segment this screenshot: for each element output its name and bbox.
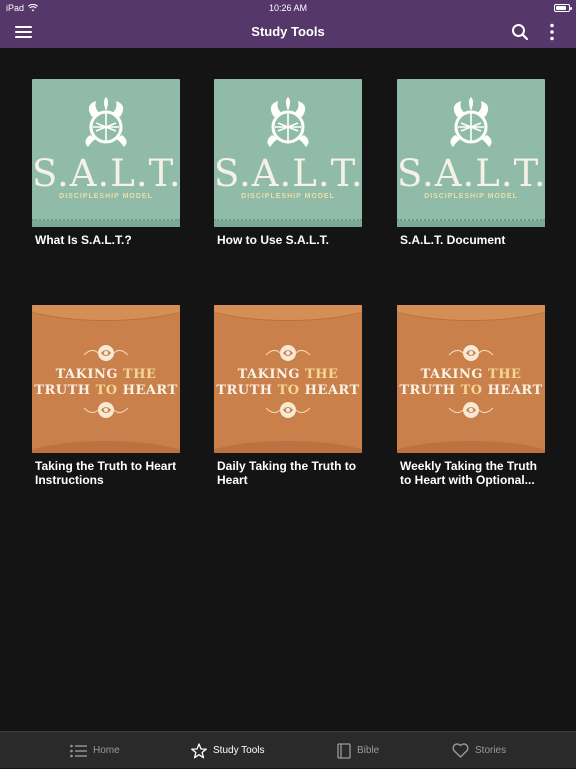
tab-label: Home <box>93 745 120 756</box>
salt-subtitle-art: DISCIPLESHIP MODEL <box>424 193 518 200</box>
thistle-logo-icon <box>85 97 127 147</box>
card-label: Taking the Truth to Heart Instructions <box>35 459 177 487</box>
tab-bar: Home Study Tools Bible Stories <box>0 731 576 768</box>
study-tool-card[interactable]: S.A.L.T. DISCIPLESHIP MODEL How to Use S… <box>214 79 362 247</box>
heart-icon <box>452 743 469 758</box>
salt-thumbnail: S.A.L.T. DISCIPLESHIP MODEL <box>397 79 545 227</box>
rose-icon <box>448 402 494 418</box>
salt-subtitle-art: DISCIPLESHIP MODEL <box>241 193 335 200</box>
ttth-word: TO <box>95 383 118 398</box>
ttth-word: THE <box>305 367 339 382</box>
ttth-thumbnail: TAKING THE TRUTH TO HEART <box>397 305 545 453</box>
search-icon[interactable] <box>510 22 530 42</box>
clock: 10:26 AM <box>268 3 308 13</box>
tab-label: Bible <box>357 745 380 756</box>
ttth-thumbnail: TAKING THE TRUTH TO HEART <box>32 305 180 453</box>
study-tools-grid: S.A.L.T. DISCIPLESHIP MODEL What Is S.A.… <box>0 48 576 731</box>
ttth-word: HEART <box>304 383 360 398</box>
ttth-word: TRUTH <box>34 383 91 398</box>
ttth-word: TO <box>460 383 483 398</box>
study-tool-card[interactable]: S.A.L.T. DISCIPLESHIP MODEL What Is S.A.… <box>32 79 180 247</box>
decorative-arc <box>214 441 362 453</box>
decorative-arc <box>214 305 362 321</box>
card-label: How to Use S.A.L.T. <box>217 233 330 247</box>
study-tool-card[interactable]: TAKING THE TRUTH TO HEART Taking the Tru… <box>32 305 180 487</box>
study-tool-card[interactable]: TAKING THE TRUTH TO HEART Weekly Taking … <box>397 305 545 487</box>
tab-label: Study Tools <box>213 745 265 756</box>
rose-icon <box>83 402 129 418</box>
book-icon <box>337 742 351 759</box>
tab-stories[interactable]: Stories <box>452 732 506 769</box>
ttth-word: HEART <box>487 383 543 398</box>
ttth-word: THE <box>488 367 522 382</box>
salt-subtitle-art: DISCIPLESHIP MODEL <box>59 193 153 200</box>
salt-title-art: S.A.L.T. <box>32 152 180 195</box>
tab-study-tools[interactable]: Study Tools <box>191 732 265 769</box>
ttth-word: TAKING <box>237 367 300 382</box>
tab-label: Stories <box>475 745 507 756</box>
card-label: What Is S.A.L.T.? <box>35 233 132 247</box>
page-title: Study Tools <box>251 24 325 39</box>
decorative-band <box>32 221 180 227</box>
ttth-word: HEART <box>122 383 178 398</box>
rose-icon <box>83 345 129 361</box>
study-tool-card[interactable]: TAKING THE TRUTH TO HEART Daily Taking t… <box>214 305 362 487</box>
decorative-arc <box>32 441 180 453</box>
ttth-word: TRUTH <box>399 383 456 398</box>
ttth-word: THE <box>123 367 157 382</box>
card-label: Weekly Taking the Truth to Heart with Op… <box>400 459 537 487</box>
decorative-arc <box>397 441 545 453</box>
decorative-arc <box>397 305 545 321</box>
ttth-line-2: TRUTH TO HEART <box>397 383 545 398</box>
salt-title-art: S.A.L.T. <box>397 152 545 195</box>
ttth-word: TRUTH <box>216 383 273 398</box>
ttth-line-1: TAKING THE <box>214 367 362 382</box>
ttth-word: TAKING <box>55 367 118 382</box>
salt-thumbnail: S.A.L.T. DISCIPLESHIP MODEL <box>32 79 180 227</box>
salt-title-art: S.A.L.T. <box>214 152 362 195</box>
thistle-logo-icon <box>267 97 309 147</box>
decorative-band <box>397 221 545 227</box>
rose-icon <box>448 345 494 361</box>
card-label: Daily Taking the Truth to Heart <box>217 459 357 487</box>
header: Study Tools <box>0 16 576 48</box>
thistle-logo-icon <box>450 97 492 147</box>
ttth-word: TAKING <box>420 367 483 382</box>
rose-icon <box>265 402 311 418</box>
star-icon <box>191 742 207 758</box>
list-icon <box>70 744 87 757</box>
card-label: S.A.L.T. Document <box>400 233 506 247</box>
ttth-line-2: TRUTH TO HEART <box>32 383 180 398</box>
decorative-arc <box>32 305 180 321</box>
rose-icon <box>265 345 311 361</box>
decorative-band <box>214 221 362 227</box>
ttth-line-1: TAKING THE <box>32 367 180 382</box>
ttth-thumbnail: TAKING THE TRUTH TO HEART <box>214 305 362 453</box>
tab-bible[interactable]: Bible <box>337 732 379 769</box>
battery-icon <box>554 4 572 12</box>
status-bar: iPad 10:26 AM <box>0 0 576 16</box>
ttth-line-2: TRUTH TO HEART <box>214 383 362 398</box>
salt-thumbnail: S.A.L.T. DISCIPLESHIP MODEL <box>214 79 362 227</box>
more-vertical-icon[interactable] <box>542 22 562 42</box>
ttth-word: TO <box>277 383 300 398</box>
tab-home[interactable]: Home <box>70 732 120 769</box>
study-tool-card[interactable]: S.A.L.T. DISCIPLESHIP MODEL S.A.L.T. Doc… <box>397 79 545 247</box>
ttth-line-1: TAKING THE <box>397 367 545 382</box>
